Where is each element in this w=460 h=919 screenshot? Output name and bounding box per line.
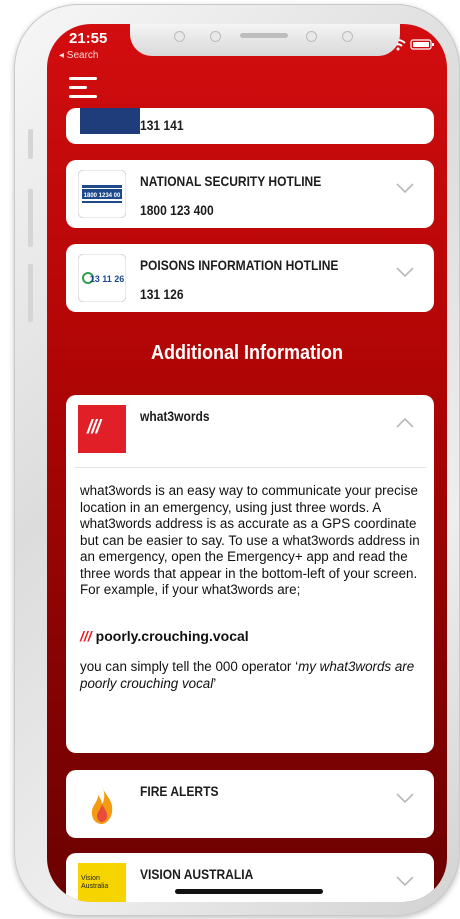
what3words-description: what3words is an easy way to communicate…	[80, 483, 420, 597]
poisons-logo: 13 11 26	[77, 253, 127, 303]
tip-prefix: you can simply tell the 000 operator ‘	[80, 659, 299, 674]
tip-suffix: ’	[213, 675, 217, 691]
hotline-title: NATIONAL SECURITY HOTLINE	[140, 173, 322, 189]
vision-australia-logo: Vision Australia	[78, 863, 126, 902]
fire-alerts-card[interactable]: FIRE ALERTS	[66, 770, 434, 838]
status-time: 21:55	[69, 30, 108, 47]
sensor-dot	[174, 31, 185, 42]
what3words-slashes: ///	[80, 628, 92, 644]
hotline-number: 131 126	[140, 286, 184, 302]
chevron-down-icon[interactable]	[396, 875, 414, 887]
battery-icon	[410, 39, 434, 50]
sensor-dot	[306, 31, 317, 42]
app-screen: 21:55 ◂ Search 131 141 1800 1234 00 NATI…	[47, 24, 447, 902]
hotline-card-national-security[interactable]: 1800 1234 00 NATIONAL SECURITY HOTLINE 1…	[66, 160, 434, 228]
what3words-address: ///poorly.crouching.vocal	[80, 628, 249, 644]
sensor-dot	[210, 31, 221, 42]
fire-alerts-title: FIRE ALERTS	[140, 783, 219, 799]
fire-icon	[78, 780, 126, 828]
hotline-number: 131 141	[140, 117, 184, 133]
divider	[74, 467, 426, 468]
back-to-search-link[interactable]: ◂ Search	[59, 50, 98, 61]
mute-switch	[28, 129, 33, 159]
home-indicator[interactable]	[175, 889, 323, 894]
what3words-logo: ///	[78, 405, 126, 453]
national-security-logo-text: 1800 1234 00	[84, 193, 121, 199]
what3words-tip: you can simply tell the 000 operator ‘my…	[80, 659, 420, 692]
what3words-address-text: poorly.crouching.vocal	[95, 628, 249, 644]
chevron-down-icon[interactable]	[396, 266, 414, 278]
hotline-card-partial[interactable]: 131 141	[66, 108, 434, 144]
device-notch	[130, 24, 400, 56]
volume-up-button	[28, 189, 33, 247]
hotline-logo	[80, 108, 140, 134]
poisons-logo-text: 13 11 26	[90, 274, 125, 284]
what3words-title: what3words	[140, 408, 210, 424]
hotline-title: POISONS INFORMATION HOTLINE	[140, 257, 339, 273]
menu-icon[interactable]	[69, 77, 97, 101]
what3words-card[interactable]: /// what3words what3words is an easy way…	[66, 395, 434, 753]
chevron-down-icon[interactable]	[396, 792, 414, 804]
earpiece-speaker	[240, 33, 288, 38]
vision-australia-title: VISION AUSTRALIA	[140, 866, 254, 882]
vision-australia-logo-text: Vision Australia	[81, 875, 109, 890]
what3words-logo-text: ///	[87, 417, 101, 438]
national-security-logo: 1800 1234 00	[77, 169, 127, 219]
hotline-number: 1800 123 400	[140, 202, 214, 218]
vision-australia-card[interactable]: Vision Australia VISION AUSTRALIA	[66, 853, 434, 902]
front-camera	[342, 31, 353, 42]
chevron-up-icon[interactable]	[396, 417, 414, 429]
volume-down-button	[28, 264, 33, 322]
section-heading: Additional Information	[151, 342, 343, 364]
hotline-card-poisons[interactable]: 13 11 26 POISONS INFORMATION HOTLINE 131…	[66, 244, 434, 312]
chevron-down-icon[interactable]	[396, 182, 414, 194]
